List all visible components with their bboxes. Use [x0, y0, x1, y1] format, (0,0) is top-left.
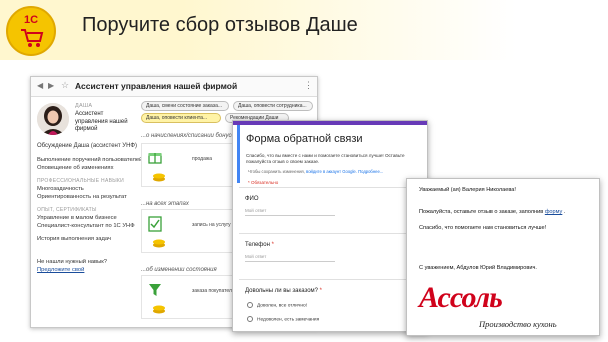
email-signature: С уважением, Абдулов Юрий Владимирович.: [419, 265, 537, 271]
form-link[interactable]: форму: [545, 209, 563, 215]
menu-item-notifications[interactable]: Оповещение об изменениях: [37, 165, 113, 171]
email-request-text: Пожалуйста, оставьте отзыв о заказе, зап…: [419, 209, 544, 215]
card-booking-label: запись на услугу: [192, 222, 231, 228]
phone-input[interactable]: Мой ответ: [245, 254, 335, 262]
radio-button[interactable]: [247, 316, 253, 322]
required-note: * Обязательно: [248, 180, 279, 185]
email-greeting: Уважаемый (ая) Валерия Николаева!: [419, 187, 516, 193]
form-description: Спасибо, что вы вместе с нами и помогает…: [246, 153, 405, 164]
option-unsatisfied-label: Недоволен, есть замечания: [257, 317, 320, 323]
task-history-link[interactable]: История выполнения задач: [37, 236, 111, 242]
email-request-suffix: .: [563, 209, 566, 215]
email-panel: Уважаемый (ая) Валерия Николаева! Пожалу…: [406, 178, 600, 336]
field-satisfaction: Довольны ли вы заказом? * Доволен, все о…: [239, 279, 423, 331]
window-title: Ассистент управления нашей фирмой: [75, 81, 238, 91]
chip-notify-client[interactable]: Даша, оповести клиента...: [141, 113, 221, 123]
checklist-icon: [148, 216, 162, 232]
slide-title: Поручите сбор отзывов Даше: [82, 14, 358, 36]
skill-results: Ориентированность на результат: [37, 194, 127, 200]
profile-name: Ассистент управления нашей фирмой: [75, 111, 128, 132]
radio-button[interactable]: [247, 302, 253, 308]
brand-subtitle: Производство кухонь: [479, 319, 557, 329]
satisfaction-question-text: Довольны ли вы заказом?: [245, 288, 318, 294]
chip-change-order-state[interactable]: Даша, смени состояние заказа...: [141, 101, 229, 111]
chip-notify-employee[interactable]: Даша, оповести сотрудника...: [233, 101, 313, 111]
avatar: [37, 103, 69, 135]
menu-item-requests[interactable]: Выполнение поручений пользователей: [37, 157, 142, 163]
section-experience: ОПЫТ, СЕРТИФИКАТЫ: [37, 207, 97, 213]
field-fio-label: ФИО: [245, 196, 259, 202]
option-unsatisfied[interactable]: Недоволен, есть замечания: [247, 316, 319, 322]
option-satisfied-label: Доволен, все отлично!: [257, 303, 307, 309]
window-titlebar: ◀ ▶ ☆ Ассистент управления нашей фирмой …: [31, 77, 317, 97]
form-save-hint: Чтобы сохранить изменения, войдите в акк…: [248, 169, 383, 174]
section-skills: ПРОФЕССИОНАЛЬНЫЕ НАВЫКИ: [37, 178, 125, 184]
email-thanks: Спасибо, что помогаете нам становиться л…: [419, 225, 547, 231]
coins-icon: [153, 239, 165, 248]
skill-multitasking: Многозадачность: [37, 186, 84, 192]
feedback-form: Форма обратной связи Спасибо, что вы вме…: [232, 120, 428, 332]
card-sale[interactable]: продажа: [141, 143, 239, 187]
form-title: Форма обратной связи: [246, 133, 363, 145]
fio-input[interactable]: Мой ответ: [245, 208, 335, 216]
coins-icon: [153, 173, 165, 182]
star-icon[interactable]: ☆: [61, 80, 69, 91]
phone-label-text: Телефон: [245, 242, 270, 248]
shopping-cart-icon: [21, 29, 44, 47]
brand-logo: Ассоль: [419, 281, 503, 314]
slide-header: 1С Поручите сбор отзывов Даше: [0, 0, 608, 60]
section-bonuses: ...о начислениях/списании бонусов пр: [141, 133, 247, 139]
1c-logo: 1С: [6, 6, 56, 56]
missing-skill-text: Не нашли нужный навык?: [37, 259, 108, 265]
card-sale-label: продажа: [192, 156, 212, 162]
section-all-stages: ...на всех этапах: [141, 201, 189, 207]
save-hint-text: Чтобы сохранить изменения,: [248, 169, 305, 174]
suggest-skill-link[interactable]: Предложите свой: [37, 267, 84, 273]
field-phone-label: Телефон *: [245, 242, 274, 248]
section-state-change: ...об изменении состояния: [141, 267, 217, 273]
email-request: Пожалуйста, оставьте отзыв о заказе, зап…: [419, 209, 565, 215]
option-satisfied[interactable]: Доволен, все отлично!: [247, 302, 307, 308]
forward-arrow-icon[interactable]: ▶: [48, 81, 54, 90]
experience-management: Управление в малом бизнесе: [37, 215, 117, 221]
card-customer-order[interactable]: заказа покупателя: [141, 275, 239, 319]
profile-label: ДАША: [75, 103, 93, 109]
form-header: Форма обратной связи Спасибо, что вы вме…: [237, 125, 425, 185]
card-booking[interactable]: запись на услугу: [141, 209, 239, 253]
satisfaction-question: Довольны ли вы заказом? *: [245, 288, 323, 294]
card-customer-order-label: заказа покупателя: [192, 288, 235, 294]
funnel-icon: [149, 284, 161, 296]
coins-icon: [153, 305, 165, 314]
field-fio: ФИО Мой ответ: [239, 187, 423, 231]
1c-logo-text: 1С: [23, 14, 39, 26]
gift-icon: [148, 153, 162, 164]
field-phone: Телефон * Мой ответ: [239, 233, 423, 277]
discussion-link[interactable]: Обсуждение Даша (ассистент УНФ): [37, 143, 137, 149]
back-arrow-icon[interactable]: ◀: [37, 81, 43, 90]
google-signin-link[interactable]: войдите в аккаунт Google. Подробнее...: [306, 169, 383, 174]
more-menu-icon[interactable]: ⋮: [304, 80, 313, 91]
experience-consultant: Специалист-консультант по 1С УНФ: [37, 223, 135, 229]
